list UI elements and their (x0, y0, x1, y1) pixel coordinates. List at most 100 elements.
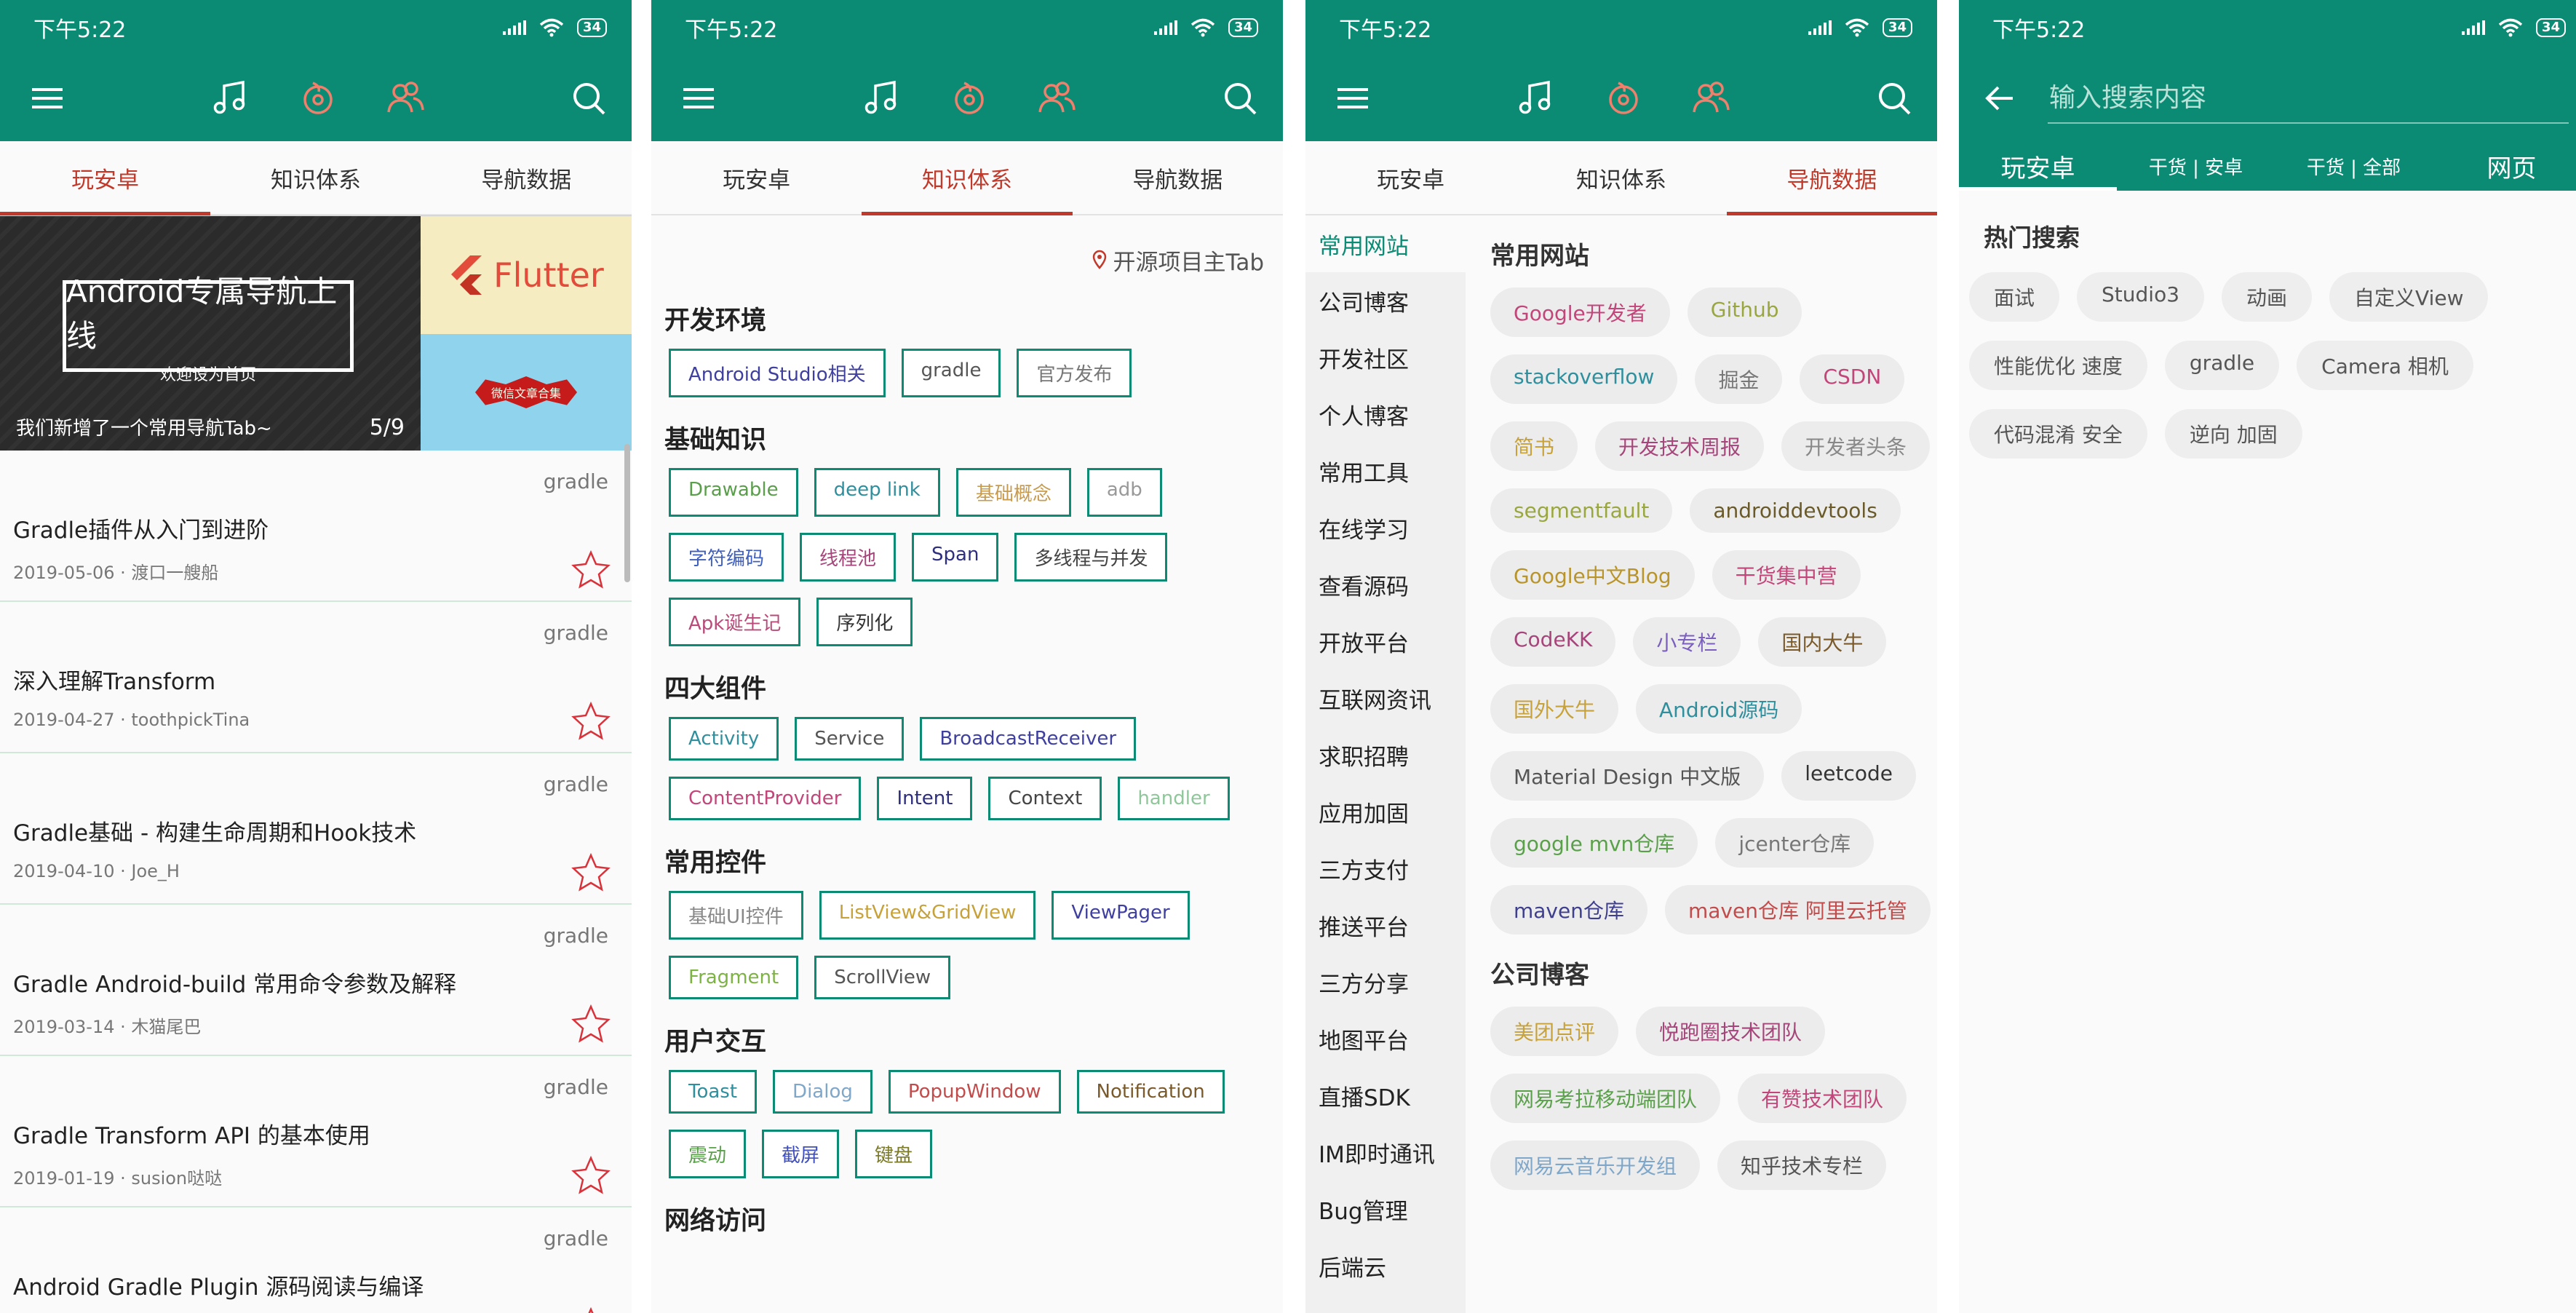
open-project-link[interactable]: 开源项目主Tab (664, 215, 1270, 278)
knowledge-chip[interactable]: Drawable (669, 468, 798, 517)
nav-category-item[interactable]: 查看源码 (1305, 556, 1466, 613)
hot-search-chip[interactable]: 自定义View (2329, 272, 2489, 322)
nav-site-pill[interactable]: 小专栏 (1633, 617, 1741, 667)
disc-icon[interactable] (1602, 77, 1645, 119)
nav-site-pill[interactable]: CodeKK (1490, 617, 1616, 667)
search-input[interactable] (2048, 73, 2569, 124)
scrollbar[interactable] (624, 444, 630, 582)
nav-site-pill[interactable]: 掘金 (1695, 354, 1783, 404)
nav-category-item[interactable]: 地图平台 (1305, 1010, 1466, 1067)
nav-site-pill[interactable]: 悦跑圈技术团队 (1636, 1007, 1826, 1056)
knowledge-chip[interactable]: ListView&GridView (819, 891, 1036, 940)
banner[interactable]: Android专属导航上线 欢迎设为首页 我们新增了一个常用导航Tab~ 5/9… (0, 215, 632, 451)
knowledge-chip[interactable]: adb (1086, 468, 1162, 517)
nav-site-pill[interactable]: 简书 (1490, 421, 1578, 471)
nav-category-item[interactable]: 公司博客 (1305, 272, 1466, 329)
nav-site-pill[interactable]: 知乎技术专栏 (1717, 1141, 1887, 1190)
favorite-star-icon[interactable] (571, 852, 611, 893)
tab-navigation[interactable]: 导航数据 (1073, 141, 1283, 214)
nav-category-item[interactable]: 互联网资讯 (1305, 670, 1466, 726)
nav-category-item[interactable]: 个人博客 (1305, 386, 1466, 443)
nav-site-pill[interactable]: Github (1687, 287, 1802, 337)
back-arrow-icon[interactable] (1981, 79, 2019, 117)
article-item[interactable]: gradle Gradle Android-build 常用命令参数及解释 2019… (0, 905, 632, 1056)
favorite-star-icon[interactable] (571, 1306, 611, 1313)
nav-site-pill[interactable]: Google开发者 (1490, 287, 1670, 337)
knowledge-chip[interactable]: handler (1118, 777, 1230, 820)
nav-category-item[interactable]: 三方分享 (1305, 953, 1466, 1010)
hot-search-chip[interactable]: 动画 (2222, 272, 2313, 322)
tab-wanandroid[interactable]: 玩安卓 (651, 141, 862, 214)
nav-site-pill[interactable]: segmentfault (1490, 488, 1673, 533)
banner-flutter[interactable]: Flutter (421, 216, 632, 334)
knowledge-chip[interactable]: Toast (669, 1070, 758, 1114)
knowledge-chip[interactable]: deep link (814, 468, 940, 517)
article-tag[interactable]: gradle (544, 469, 608, 493)
knowledge-chip[interactable]: 序列化 (816, 598, 913, 646)
search-icon[interactable] (1219, 77, 1261, 119)
hot-search-chip[interactable]: 面试 (1969, 272, 2060, 322)
knowledge-chip[interactable]: ContentProvider (669, 777, 862, 820)
nav-category-item[interactable]: IM即时通讯 (1305, 1124, 1466, 1181)
friends-icon[interactable] (384, 77, 426, 119)
article-tag[interactable]: gradle (544, 1075, 608, 1099)
knowledge-chip[interactable]: 震动 (669, 1130, 747, 1178)
music-icon[interactable] (861, 77, 903, 119)
article-item[interactable]: gradle Gradle插件从入门到进阶 2019-05-06 · 渡口一艘船 (0, 451, 632, 602)
nav-site-pill[interactable]: stackoverflow (1490, 354, 1678, 404)
hot-search-chip[interactable]: 代码混淆 安全 (1969, 409, 2147, 459)
knowledge-chip[interactable]: BroadcastReceiver (920, 717, 1137, 761)
nav-site-pill[interactable]: 网易考拉移动端团队 (1490, 1074, 1721, 1123)
nav-site-pill[interactable]: 网易云音乐开发组 (1490, 1141, 1701, 1190)
banner-main[interactable]: Android专属导航上线 欢迎设为首页 我们新增了一个常用导航Tab~ 5/9 (0, 216, 421, 451)
menu-icon[interactable] (1332, 77, 1374, 119)
friends-icon[interactable] (1035, 77, 1078, 119)
nav-site-pill[interactable]: CSDN (1800, 354, 1905, 404)
article-tag[interactable]: gradle (544, 772, 608, 796)
nav-category-item[interactable]: Bug管理 (1305, 1181, 1466, 1237)
nav-category-item[interactable]: 常用工具 (1305, 443, 1466, 499)
knowledge-chip[interactable]: Context (988, 777, 1102, 820)
hot-search-chip[interactable]: 性能优化 速度 (1969, 341, 2147, 390)
knowledge-chip[interactable]: Notification (1076, 1070, 1225, 1114)
nav-category-item[interactable]: 三方支付 (1305, 840, 1466, 897)
nav-category-item[interactable]: 后端云 (1305, 1237, 1466, 1294)
knowledge-chip[interactable]: 线程池 (800, 533, 897, 582)
nav-site-pill[interactable]: androiddevtools (1690, 488, 1901, 533)
nav-category-item[interactable]: 求职招聘 (1305, 726, 1466, 783)
tab-knowledge[interactable]: 知识体系 (210, 141, 421, 214)
knowledge-chip[interactable]: Android Studio相关 (669, 349, 886, 397)
nav-site-pill[interactable]: 有赞技术团队 (1738, 1074, 1907, 1123)
knowledge-chip[interactable]: 基础UI控件 (669, 891, 803, 940)
tab-navigation[interactable]: 导航数据 (1726, 141, 1937, 215)
article-tag[interactable]: gradle (544, 621, 608, 645)
nav-site-pill[interactable]: 开发技术周报 (1595, 421, 1765, 471)
nav-site-pill[interactable]: Material Design 中文版 (1490, 751, 1765, 801)
knowledge-chip[interactable]: Span (912, 533, 999, 582)
tab-knowledge[interactable]: 知识体系 (1516, 141, 1726, 214)
friends-icon[interactable] (1690, 77, 1732, 119)
nav-category-item[interactable]: 常用网站 (1305, 215, 1466, 272)
knowledge-chip[interactable]: gradle (901, 349, 1001, 397)
knowledge-chip[interactable]: Service (795, 717, 905, 761)
search-icon[interactable] (1873, 77, 1915, 119)
menu-icon[interactable] (26, 77, 68, 119)
tab-knowledge[interactable]: 知识体系 (862, 141, 1073, 215)
nav-category-item[interactable]: 直播SDK (1305, 1067, 1466, 1124)
favorite-star-icon[interactable] (571, 701, 611, 742)
hot-search-chip[interactable]: 逆向 加固 (2164, 409, 2302, 459)
nav-site-pill[interactable]: 国外大牛 (1490, 684, 1619, 734)
knowledge-chip[interactable]: Intent (877, 777, 973, 820)
nav-category-item[interactable]: 开发社区 (1305, 329, 1466, 386)
knowledge-chip[interactable]: Apk诞生记 (669, 598, 801, 646)
nav-site-pill[interactable]: google mvn仓库 (1490, 818, 1698, 868)
knowledge-chip[interactable]: 字符编码 (669, 533, 784, 582)
hot-search-chip[interactable]: gradle (2164, 341, 2280, 390)
knowledge-chip[interactable]: ViewPager (1052, 891, 1190, 940)
nav-site-pill[interactable]: leetcode (1781, 751, 1916, 801)
favorite-star-icon[interactable] (571, 1004, 611, 1044)
article-tag[interactable]: gradle (544, 1226, 608, 1250)
nav-site-pill[interactable]: jcenter仓库 (1715, 818, 1875, 868)
knowledge-chip[interactable]: 基础概念 (955, 468, 1071, 517)
knowledge-chip[interactable]: 多线程与并发 (1014, 533, 1168, 582)
